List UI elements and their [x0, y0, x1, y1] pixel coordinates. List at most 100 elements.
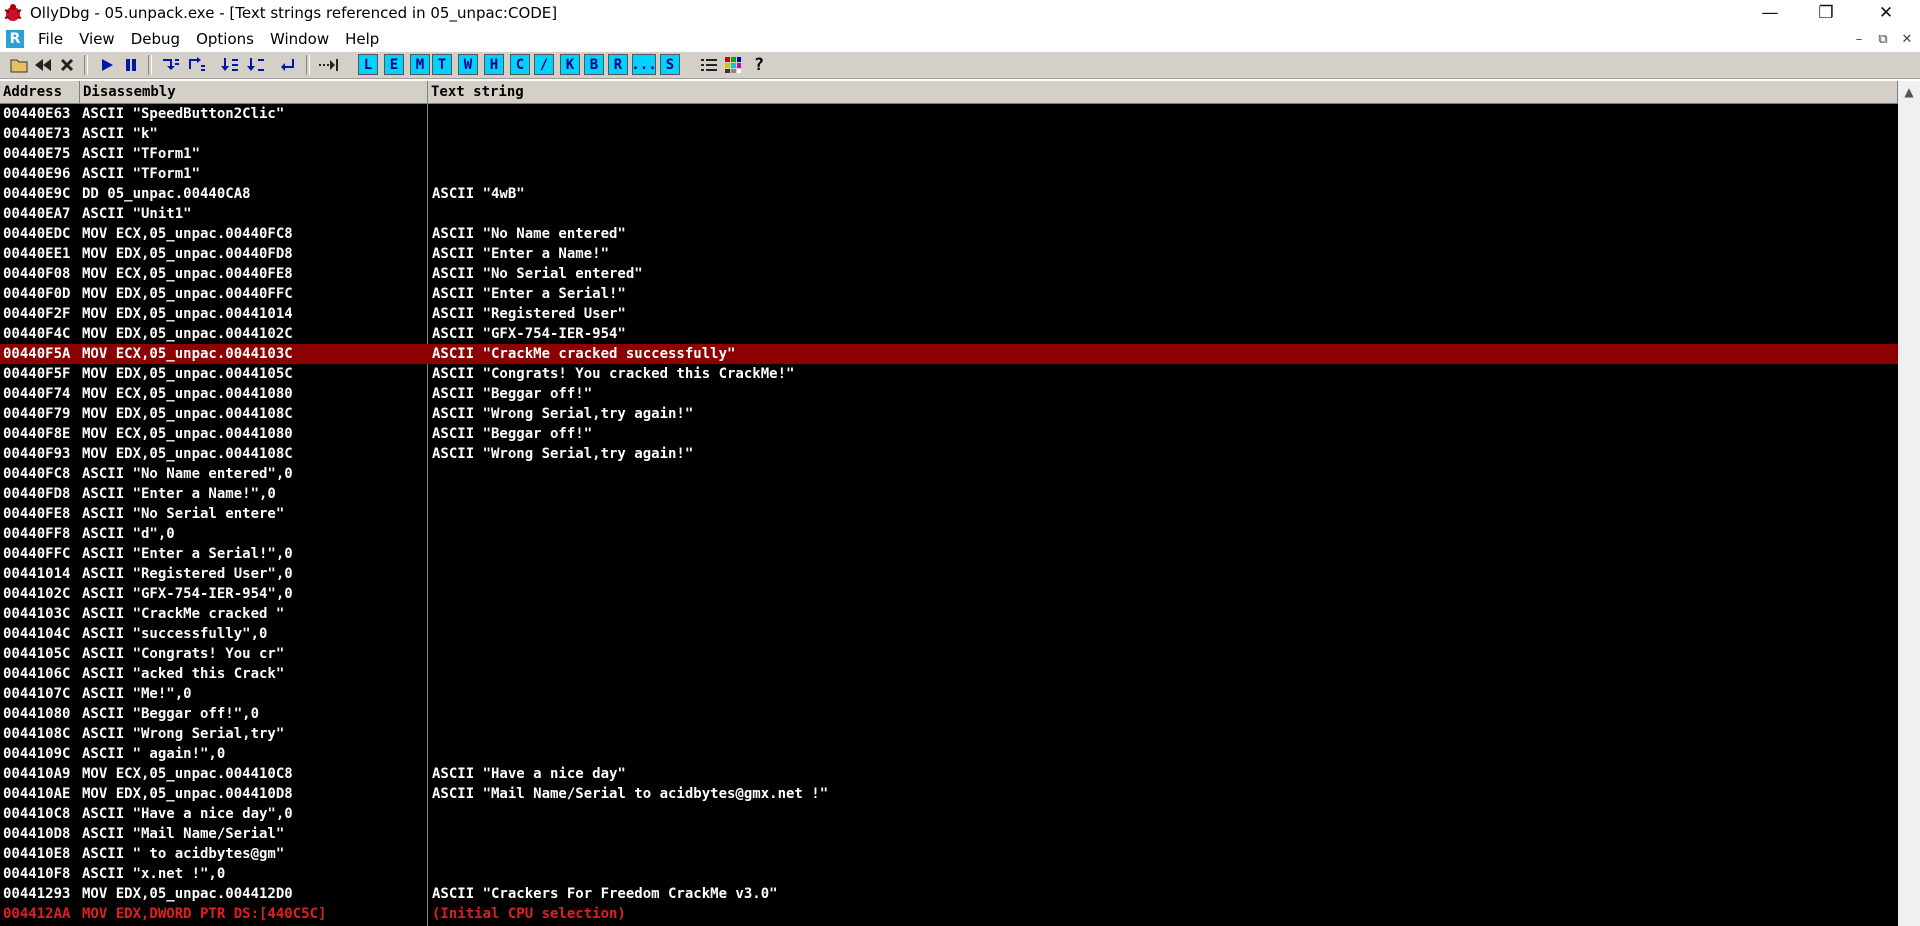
- menu-help[interactable]: Help: [337, 30, 387, 48]
- toolbar-btn-threads[interactable]: T: [432, 54, 452, 75]
- toolbar-btn-windows[interactable]: W: [458, 54, 478, 75]
- table-row[interactable]: 00440FF8 ASCII "d",0: [0, 524, 1898, 544]
- table-row[interactable]: 00440FE8 ASCII "No Serial entere": [0, 504, 1898, 524]
- table-row[interactable]: 00440F5F MOV EDX,05_unpac.0044105C ASCII "…: [0, 364, 1898, 384]
- table-row[interactable]: 004410E8 ASCII " to acidbytes@gm": [0, 844, 1898, 864]
- table-row[interactable]: 0044109C ASCII " again!",0: [0, 744, 1898, 764]
- trace-into-icon[interactable]: [220, 54, 242, 75]
- execute-till-return-icon[interactable]: [278, 54, 300, 75]
- table-row[interactable]: 00440F93 MOV EDX,05_unpac.0044108C ASCII "…: [0, 444, 1898, 464]
- table-row[interactable]: 00440F4C MOV EDX,05_unpac.0044102C ASCII "…: [0, 324, 1898, 344]
- toolbar-btn-cpu[interactable]: C: [510, 54, 530, 75]
- table-row[interactable]: 00440FD8 ASCII "Enter a Name!",0: [0, 484, 1898, 504]
- text-string-cell: ASCII "Wrong Serial,try again!": [432, 406, 694, 422]
- column-header-text-string[interactable]: Text string: [428, 81, 1898, 104]
- scroll-up-icon[interactable]: ▲: [1898, 81, 1920, 103]
- table-row[interactable]: 004412AA MOV EDX,DWORD PTR DS:[440C5C] (In…: [0, 904, 1898, 924]
- minimize-button[interactable]: —: [1742, 0, 1798, 26]
- toolbar-btn-log[interactable]: L: [358, 54, 378, 75]
- help-icon[interactable]: ?: [748, 54, 770, 75]
- disassembly-cell: ASCII "d",0: [82, 526, 175, 542]
- table-row[interactable]: 00441014 ASCII "Registered User",0: [0, 564, 1898, 584]
- menu-window[interactable]: Window: [262, 30, 337, 48]
- restore-button[interactable]: ❐: [1798, 0, 1854, 26]
- disassembly-cell: ASCII "Congrats! You cr": [82, 646, 285, 662]
- address-cell: 00441080: [3, 706, 71, 722]
- table-row[interactable]: 004410D8 ASCII "Mail Name/Serial": [0, 824, 1898, 844]
- vertical-scrollbar[interactable]: ▲: [1898, 81, 1920, 926]
- table-row[interactable]: 00440E75 ASCII "TForm1": [0, 144, 1898, 164]
- rewind-icon[interactable]: [32, 54, 54, 75]
- toolbar-btn-breakpoints[interactable]: B: [584, 54, 604, 75]
- palette-icon[interactable]: [722, 54, 744, 75]
- table-row[interactable]: 00441293 MOV EDX,05_unpac.004412D0 ASCII "…: [0, 884, 1898, 904]
- table-row[interactable]: 0044105C ASCII "Congrats! You cr": [0, 644, 1898, 664]
- menu-debug[interactable]: Debug: [123, 30, 188, 48]
- open-icon[interactable]: [8, 54, 30, 75]
- table-row[interactable]: 00440E63 ASCII "SpeedButton2Clic": [0, 104, 1898, 124]
- close-button[interactable]: ✕: [1858, 0, 1914, 26]
- mdi-restore-button[interactable]: ⧉: [1870, 26, 1896, 52]
- strings-list[interactable]: 00440E63 ASCII "SpeedButton2Clic" 00440E73…: [0, 104, 1898, 926]
- table-row[interactable]: 00440E73 ASCII "k": [0, 124, 1898, 144]
- toolbar-btn-handles[interactable]: H: [484, 54, 504, 75]
- table-row[interactable]: 0044106C ASCII "acked this Crack": [0, 664, 1898, 684]
- trace-over-icon[interactable]: [246, 54, 268, 75]
- table-row[interactable]: 0044104C ASCII "successfully",0: [0, 624, 1898, 644]
- table-row[interactable]: 0044107C ASCII "Me!",0: [0, 684, 1898, 704]
- table-row[interactable]: 00440F08 MOV ECX,05_unpac.00440FE8 ASCII "…: [0, 264, 1898, 284]
- title-bar: OllyDbg - 05.unpack.exe - [Text strings …: [0, 0, 1920, 26]
- table-row[interactable]: 004410AE MOV EDX,05_unpac.004410D8 ASCII "…: [0, 784, 1898, 804]
- run-icon[interactable]: [96, 54, 118, 75]
- column-header-address[interactable]: Address: [0, 81, 80, 104]
- menu-file[interactable]: File: [30, 30, 71, 48]
- table-row[interactable]: 0044103C ASCII "CrackMe cracked ": [0, 604, 1898, 624]
- step-into-icon[interactable]: [160, 54, 182, 75]
- close-file-icon[interactable]: [56, 54, 78, 75]
- table-row[interactable]: 00440EE1 MOV EDX,05_unpac.00440FD8 ASCII "…: [0, 244, 1898, 264]
- table-row[interactable]: 00440F79 MOV EDX,05_unpac.0044108C ASCII "…: [0, 404, 1898, 424]
- table-row[interactable]: 00440EDC MOV ECX,05_unpac.00440FC8 ASCII "…: [0, 224, 1898, 244]
- table-row[interactable]: 00440E96 ASCII "TForm1": [0, 164, 1898, 184]
- table-row[interactable]: 00440F74 MOV ECX,05_unpac.00441080 ASCII "…: [0, 384, 1898, 404]
- table-row[interactable]: 00440FC8 ASCII "No Name entered",0: [0, 464, 1898, 484]
- table-row[interactable]: 0044102C ASCII "GFX-754-IER-954",0: [0, 584, 1898, 604]
- toolbar-btn-runtrace[interactable]: ...: [631, 54, 657, 75]
- table-row-selected[interactable]: 00440F5A MOV ECX,05_unpac.0044103C ASCII "…: [0, 344, 1898, 364]
- step-over-icon[interactable]: [186, 54, 208, 75]
- toolbar-btn-patches[interactable]: /: [534, 54, 554, 75]
- table-row[interactable]: 00440EA7 ASCII "Unit1": [0, 204, 1898, 224]
- address-cell: 004410E8: [3, 846, 71, 862]
- table-row[interactable]: 00440F2F MOV EDX,05_unpac.00441014 ASCII "…: [0, 304, 1898, 324]
- table-row[interactable]: 00440FFC ASCII "Enter a Serial!",0: [0, 544, 1898, 564]
- toolbar-btn-memory[interactable]: M: [410, 54, 430, 75]
- disassembly-cell: ASCII "SpeedButton2Clic": [82, 106, 285, 122]
- toolbar-btn-source[interactable]: S: [660, 54, 680, 75]
- table-row[interactable]: 00440F8E MOV ECX,05_unpac.00441080 ASCII "…: [0, 424, 1898, 444]
- menu-options[interactable]: Options: [188, 30, 262, 48]
- list-icon[interactable]: [698, 54, 720, 75]
- disassembly-cell: MOV EDX,05_unpac.0044105C: [82, 366, 293, 382]
- mdi-close-button[interactable]: ✕: [1894, 26, 1920, 52]
- toolbar-btn-modules[interactable]: E: [384, 54, 404, 75]
- text-string-cell: ASCII "Enter a Name!": [432, 246, 610, 262]
- pause-icon[interactable]: [120, 54, 142, 75]
- disassembly-cell: ASCII "TForm1": [82, 166, 201, 182]
- table-row[interactable]: 004410C8 ASCII "Have a nice day",0: [0, 804, 1898, 824]
- menu-view[interactable]: View: [71, 30, 123, 48]
- toolbar-btn-references[interactable]: R: [608, 54, 628, 75]
- text-string-cell: ASCII "Registered User": [432, 306, 626, 322]
- toolbar-btn-callstack[interactable]: K: [560, 54, 580, 75]
- table-row[interactable]: 00440E9C DD 05_unpac.00440CA8 ASCII "4wB": [0, 184, 1898, 204]
- address-cell: 00440EDC: [3, 226, 71, 242]
- table-row[interactable]: 00441080 ASCII "Beggar off!",0: [0, 704, 1898, 724]
- disassembly-cell: ASCII "successfully",0: [82, 626, 268, 642]
- table-row[interactable]: 004410A9 MOV ECX,05_unpac.004410C8 ASCII "…: [0, 764, 1898, 784]
- restore-badge-icon[interactable]: R: [6, 30, 24, 48]
- goto-icon[interactable]: [318, 54, 340, 75]
- column-header-disassembly[interactable]: Disassembly: [80, 81, 428, 104]
- mdi-minimize-button[interactable]: –: [1846, 26, 1872, 52]
- table-row[interactable]: 0044108C ASCII "Wrong Serial,try": [0, 724, 1898, 744]
- table-row[interactable]: 004410F8 ASCII "x.net !",0: [0, 864, 1898, 884]
- table-row[interactable]: 00440F0D MOV EDX,05_unpac.00440FFC ASCII "…: [0, 284, 1898, 304]
